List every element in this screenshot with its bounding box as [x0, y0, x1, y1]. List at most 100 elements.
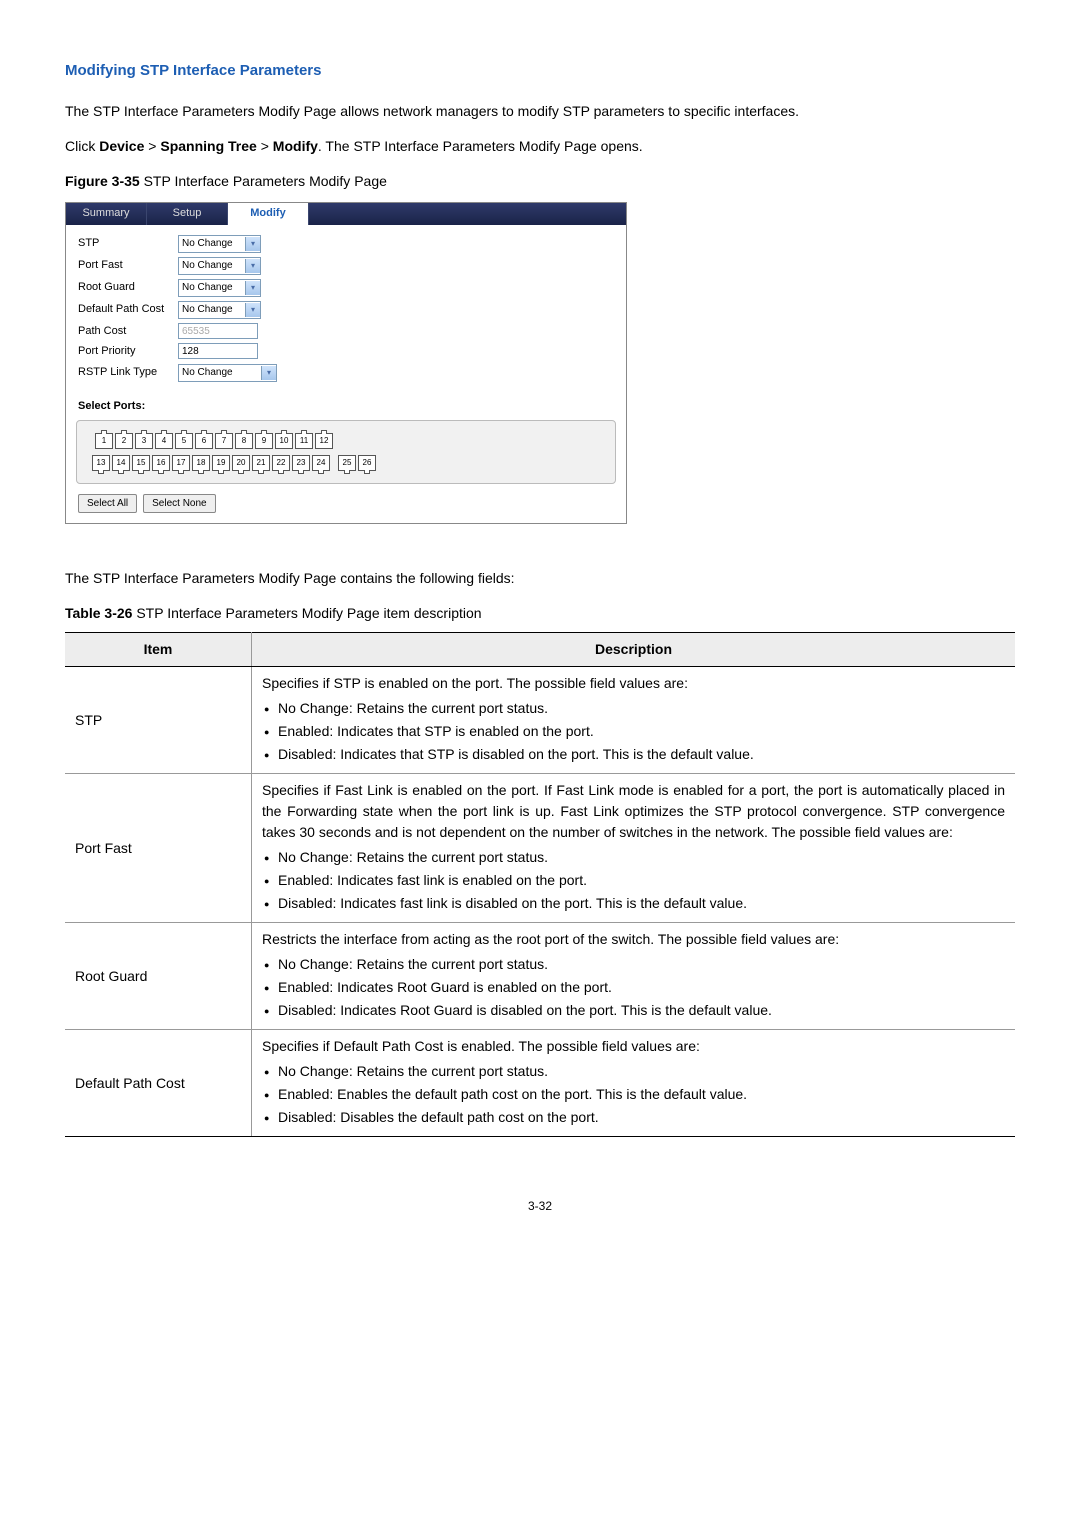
list-item: Disabled: Indicates fast link is disable…: [262, 893, 1005, 914]
table-row: Port Fast Specifies if Fast Link is enab…: [65, 774, 1015, 923]
defpath-select-value: No Change: [182, 302, 233, 317]
portpri-input[interactable]: 128: [178, 343, 258, 359]
page-number: 3-32: [65, 1197, 1015, 1215]
description-table: Item Description STP Specifies if STP is…: [65, 632, 1015, 1137]
port-25[interactable]: 25: [338, 455, 356, 471]
defpath-select[interactable]: No Change ▾: [178, 301, 261, 319]
tab-bar: Summary Setup Modify: [66, 203, 626, 225]
row-portfast-item: Port Fast: [65, 774, 252, 923]
list-item: Enabled: Indicates Root Guard is enabled…: [262, 977, 1005, 998]
select-all-button[interactable]: Select All: [78, 494, 137, 513]
chevron-down-icon: ▾: [245, 281, 260, 295]
port-21[interactable]: 21: [252, 455, 270, 471]
defpath-label: Default Path Cost: [78, 301, 178, 318]
row-stp-desc: Specifies if STP is enabled on the port.…: [252, 667, 1016, 774]
port-18[interactable]: 18: [192, 455, 210, 471]
rootguard-select[interactable]: No Change▾: [178, 279, 261, 297]
row-portfast-intro: Specifies if Fast Link is enabled on the…: [262, 780, 1005, 843]
list-item: No Change: Retains the current port stat…: [262, 1061, 1005, 1082]
port-8[interactable]: 8: [235, 433, 253, 449]
port-2[interactable]: 2: [115, 433, 133, 449]
port-3[interactable]: 3: [135, 433, 153, 449]
select-none-button[interactable]: Select None: [143, 494, 215, 513]
list-item: Enabled: Indicates that STP is enabled o…: [262, 721, 1005, 742]
port-23[interactable]: 23: [292, 455, 310, 471]
chevron-down-icon: ▾: [245, 303, 260, 317]
list-item: Disabled: Indicates that STP is disabled…: [262, 744, 1005, 765]
stp-select-value: No Change: [182, 236, 233, 251]
list-item: Disabled: Disables the default path cost…: [262, 1107, 1005, 1128]
after-figure-text: The STP Interface Parameters Modify Page…: [65, 568, 1015, 589]
port-4[interactable]: 4: [155, 433, 173, 449]
list-item: No Change: Retains the current port stat…: [262, 847, 1005, 868]
nav-instruction: Click Device > Spanning Tree > Modify. T…: [65, 136, 1015, 157]
table-title: STP Interface Parameters Modify Page ite…: [136, 605, 481, 621]
row-portfast-desc: Specifies if Fast Link is enabled on the…: [252, 774, 1016, 923]
port-5[interactable]: 5: [175, 433, 193, 449]
list-item: No Change: Retains the current port stat…: [262, 698, 1005, 719]
nav-sep1: >: [144, 138, 160, 154]
intro-paragraph: The STP Interface Parameters Modify Page…: [65, 101, 1015, 122]
figure-title: STP Interface Parameters Modify Page: [144, 173, 387, 189]
port-14[interactable]: 14: [112, 455, 130, 471]
row-rootguard-item: Root Guard: [65, 923, 252, 1030]
portfast-select[interactable]: No Change ▾: [178, 257, 261, 275]
port-19[interactable]: 19: [212, 455, 230, 471]
chevron-down-icon: ▾: [261, 366, 276, 380]
port-13[interactable]: 13: [92, 455, 110, 471]
port-6[interactable]: 6: [195, 433, 213, 449]
tab-setup[interactable]: Setup: [147, 203, 228, 225]
table-row: Root Guard Restricts the interface from …: [65, 923, 1015, 1030]
pathcost-input[interactable]: 65535: [178, 323, 258, 339]
stp-label: STP: [78, 235, 178, 252]
portfast-select-value: No Change: [182, 258, 233, 273]
list-item: Enabled: Indicates fast link is enabled …: [262, 870, 1005, 891]
nav-sep2: >: [257, 138, 273, 154]
row-stp-item: STP: [65, 667, 252, 774]
ports-box: 123456789101112 131415161718192021222324…: [76, 420, 616, 484]
port-20[interactable]: 20: [232, 455, 250, 471]
port-12[interactable]: 12: [315, 433, 333, 449]
tab-modify[interactable]: Modify: [228, 203, 309, 225]
port-1[interactable]: 1: [95, 433, 113, 449]
list-item: No Change: Retains the current port stat…: [262, 954, 1005, 975]
port-17[interactable]: 17: [172, 455, 190, 471]
tab-summary[interactable]: Summary: [66, 203, 147, 225]
table-number: Table 3-26: [65, 605, 136, 621]
port-16[interactable]: 16: [152, 455, 170, 471]
table-caption: Table 3-26 STP Interface Parameters Modi…: [65, 603, 1015, 624]
port-9[interactable]: 9: [255, 433, 273, 449]
port-22[interactable]: 22: [272, 455, 290, 471]
button-row: Select All Select None: [66, 494, 626, 523]
port-26[interactable]: 26: [358, 455, 376, 471]
port-10[interactable]: 10: [275, 433, 293, 449]
port-15[interactable]: 15: [132, 455, 150, 471]
pathcost-label: Path Cost: [78, 323, 178, 340]
table-row: Default Path Cost Specifies if Default P…: [65, 1030, 1015, 1137]
chevron-down-icon: ▾: [245, 259, 260, 273]
section-heading: Modifying STP Interface Parameters: [65, 60, 1015, 83]
port-row-bottom: 131415161718192021222324 2526: [92, 455, 605, 471]
row-defpath-desc: Specifies if Default Path Cost is enable…: [252, 1030, 1016, 1137]
port-24[interactable]: 24: [312, 455, 330, 471]
nav-prefix: Click: [65, 138, 99, 154]
nav-suffix: . The STP Interface Parameters Modify Pa…: [318, 138, 643, 154]
form-area: STP No Change▾ Port Fast No Change▾ Root…: [66, 225, 626, 392]
row-defpath-intro: Specifies if Default Path Cost is enable…: [262, 1036, 1005, 1057]
row-defpath-item: Default Path Cost: [65, 1030, 252, 1137]
rstp-select[interactable]: No Change▾: [178, 364, 277, 382]
port-7[interactable]: 7: [215, 433, 233, 449]
portfast-label: Port Fast: [78, 257, 178, 274]
th-desc: Description: [252, 633, 1016, 667]
nav-modify: Modify: [273, 138, 318, 154]
list-item: Disabled: Indicates Root Guard is disabl…: [262, 1000, 1005, 1021]
table-row: STP Specifies if STP is enabled on the p…: [65, 667, 1015, 774]
row-rootguard-desc: Restricts the interface from acting as t…: [252, 923, 1016, 1030]
chevron-down-icon: ▾: [245, 237, 260, 251]
screenshot-panel: Summary Setup Modify STP No Change ▾ Port…: [65, 202, 627, 525]
tab-filler: [309, 203, 626, 225]
stp-select[interactable]: No Change ▾: [178, 235, 261, 253]
portpri-label: Port Priority: [78, 343, 178, 360]
select-ports-label: Select Ports:: [66, 392, 626, 419]
port-11[interactable]: 11: [295, 433, 313, 449]
